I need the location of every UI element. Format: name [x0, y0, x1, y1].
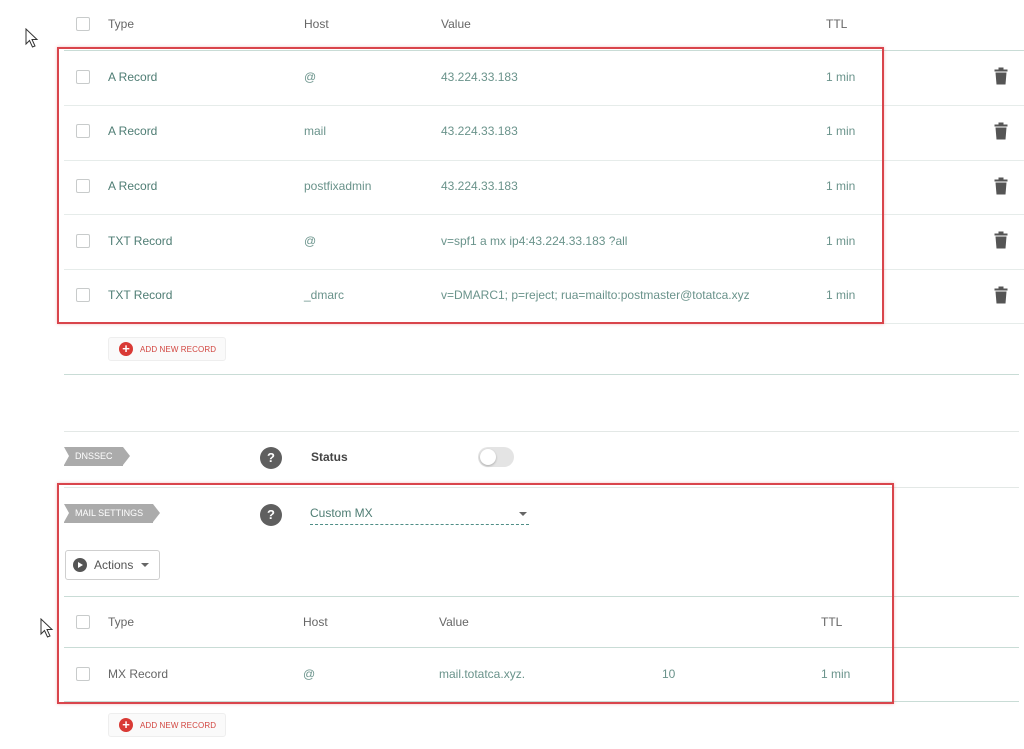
cursor-arrow-icon [25, 28, 39, 48]
section-divider [64, 431, 1019, 432]
highlight-box [57, 483, 894, 704]
dnssec-tag: DNSSEC [64, 447, 129, 466]
dnssec-status-label: Status [311, 450, 348, 464]
column-header-type[interactable]: Type [108, 17, 134, 31]
section-divider [64, 374, 1019, 375]
add-new-mx-record-button[interactable]: + ADD NEW RECORD [108, 713, 227, 737]
toggle-knob [480, 449, 496, 465]
select-all-checkbox[interactable] [76, 17, 90, 31]
trash-icon[interactable] [994, 286, 1008, 304]
cursor-arrow-icon [40, 618, 54, 638]
column-header-ttl[interactable]: TTL [826, 17, 847, 31]
trash-icon[interactable] [994, 67, 1008, 85]
trash-icon[interactable] [994, 122, 1008, 140]
plus-circle-icon: + [119, 718, 133, 732]
column-header-host[interactable]: Host [304, 17, 329, 31]
dnssec-toggle[interactable] [478, 447, 514, 467]
highlight-box [57, 47, 884, 324]
trash-icon[interactable] [994, 231, 1008, 249]
trash-icon[interactable] [994, 177, 1008, 195]
column-header-value[interactable]: Value [441, 17, 471, 31]
add-new-record-button[interactable]: + ADD NEW RECORD [108, 337, 227, 361]
help-icon[interactable]: ? [260, 447, 282, 469]
add-new-record-label: ADD NEW RECORD [140, 720, 217, 730]
add-new-record-label: ADD NEW RECORD [140, 344, 217, 354]
plus-circle-icon: + [119, 342, 133, 356]
